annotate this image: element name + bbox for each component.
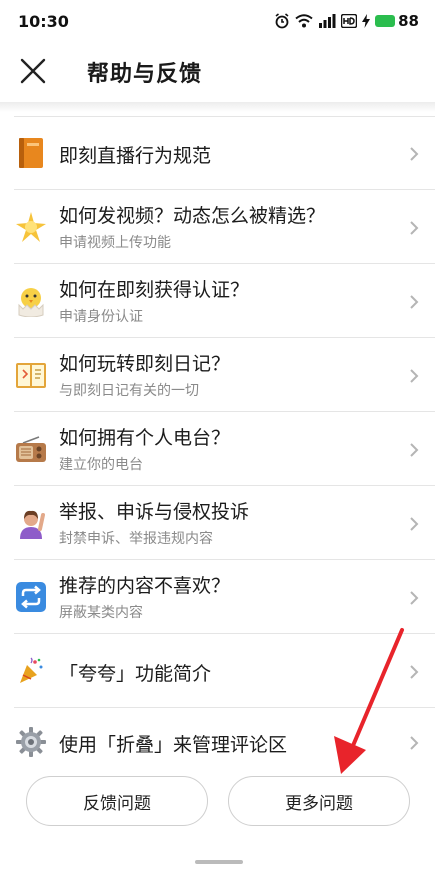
bottom-action-bar: 反馈问题 更多问题 [0, 776, 435, 879]
item-subtitle: 与即刻日记有关的一切 [59, 383, 199, 399]
item-title: 推荐的内容不喜欢？ [59, 575, 231, 597]
item-subtitle: 屏蔽某类内容 [59, 605, 143, 621]
item-title: 即刻直播行为规范 [59, 145, 212, 167]
list-item-report[interactable]: 举报、申诉与侵权投诉 封禁申诉、举报违规内容 [0, 486, 435, 560]
status-icons: 88 [274, 12, 419, 30]
sparkle-star-icon [15, 211, 47, 243]
charging-bolt-icon [362, 14, 371, 28]
hatching-chick-icon [15, 285, 47, 317]
chevron-right-icon [410, 147, 419, 161]
chevron-right-icon [410, 369, 419, 383]
repeat-arrows-icon [15, 581, 47, 613]
item-title: 「夸夸」功能简介 [59, 663, 212, 685]
gear-icon [15, 726, 47, 758]
item-title: 使用「折叠」来管理评论区 [59, 734, 288, 756]
more-questions-button[interactable]: 更多问题 [228, 776, 410, 826]
chevron-right-icon [410, 665, 419, 679]
home-indicator[interactable] [195, 860, 243, 864]
item-title: 如何发视频？动态怎么被精选？ [59, 205, 326, 227]
chevron-right-icon [410, 591, 419, 605]
radio-icon [15, 433, 47, 465]
wifi-icon [295, 14, 313, 28]
item-subtitle: 申请视频上传功能 [59, 235, 171, 251]
party-popper-icon [15, 655, 47, 687]
raising-hand-person-icon [15, 507, 47, 539]
list-item-diary[interactable]: 如何玩转即刻日记？ 与即刻日记有关的一切 [0, 338, 435, 412]
close-button[interactable] [14, 52, 52, 90]
feedback-button[interactable]: 反馈问题 [26, 776, 208, 826]
battery-icon [375, 15, 396, 27]
list-item-live-rules[interactable]: 即刻直播行为规范 [0, 116, 435, 190]
hd-signal-icon [341, 14, 358, 28]
item-subtitle: 封禁申诉、举报违规内容 [59, 531, 213, 547]
chevron-right-icon [410, 295, 419, 309]
header-shadow [0, 102, 435, 112]
battery-level: 88 [398, 12, 419, 30]
close-icon [20, 58, 46, 84]
item-title: 举报、申诉与侵权投诉 [59, 501, 250, 523]
header: 帮助与反馈 [0, 44, 435, 102]
item-subtitle: 申请身份认证 [59, 309, 143, 325]
list-item-dislike[interactable]: 推荐的内容不喜欢？ 屏蔽某类内容 [0, 560, 435, 634]
list-item-fold[interactable]: 使用「折叠」来管理评论区 [0, 708, 435, 776]
orange-book-icon [15, 137, 47, 169]
battery-indicator: 88 [375, 12, 419, 30]
list-item-verification[interactable]: 如何在即刻获得认证？ 申请身份认证 [0, 264, 435, 338]
item-title: 如何玩转即刻日记？ [59, 353, 231, 375]
chevron-right-icon [410, 443, 419, 457]
alarm-icon [275, 13, 289, 29]
signal-icon [319, 14, 336, 28]
list-item-kuakua[interactable]: 「夸夸」功能简介 [0, 634, 435, 708]
open-notebook-icon [15, 359, 47, 391]
item-title: 如何拥有个人电台？ [59, 427, 231, 449]
chevron-right-icon [410, 736, 419, 750]
page-title: 帮助与反馈 [87, 62, 203, 87]
status-bar: 10:30 88 [0, 0, 435, 44]
chevron-right-icon [410, 517, 419, 531]
chevron-right-icon [410, 221, 419, 235]
item-title: 如何在即刻获得认证？ [59, 279, 250, 301]
item-subtitle: 建立你的电台 [59, 457, 143, 473]
list-item-video[interactable]: 如何发视频？动态怎么被精选？ 申请视频上传功能 [0, 190, 435, 264]
list-item-radio[interactable]: 如何拥有个人电台？ 建立你的电台 [0, 412, 435, 486]
status-time: 10:30 [18, 12, 69, 31]
